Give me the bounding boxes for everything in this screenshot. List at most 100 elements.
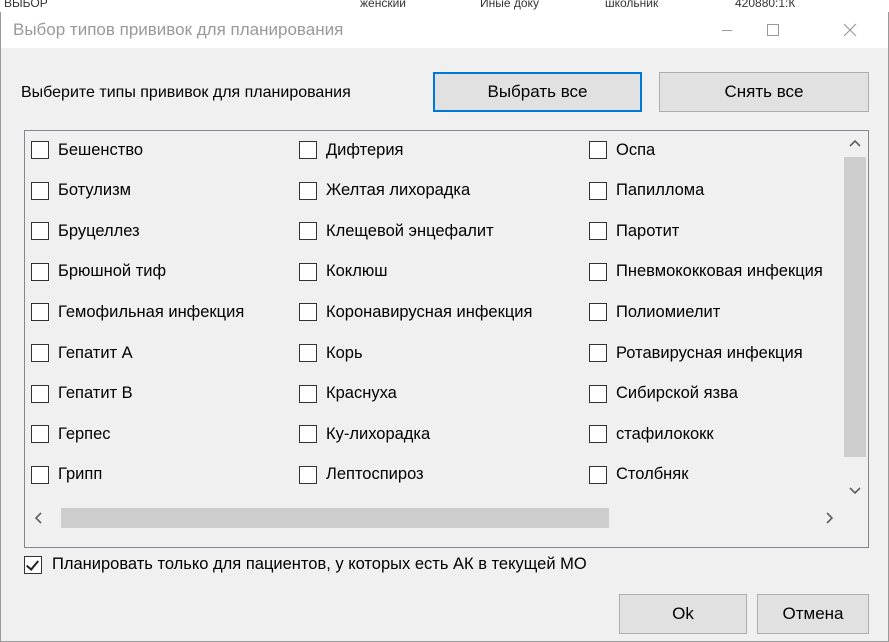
vaccine-checkbox-label: Брюшной тиф bbox=[58, 262, 167, 281]
checkbox-box[interactable] bbox=[299, 303, 317, 322]
checkbox-box[interactable] bbox=[299, 141, 317, 159]
vaccine-checkbox-label: Дифтерия bbox=[326, 140, 404, 159]
scroll-left-button[interactable] bbox=[25, 506, 51, 530]
vaccine-checkbox-label: Бруцеллез bbox=[58, 221, 140, 240]
checkbox-box[interactable] bbox=[589, 262, 607, 281]
vertical-scrollbar[interactable] bbox=[842, 131, 868, 505]
vaccine-checkbox[interactable]: Коронавирусная инфекция bbox=[299, 301, 532, 323]
close-button[interactable] bbox=[827, 12, 873, 48]
vaccine-checkbox-label: Ротавирусная инфекция bbox=[616, 343, 803, 362]
vaccine-checkbox[interactable]: Коклюш bbox=[299, 261, 387, 283]
close-icon bbox=[843, 23, 857, 37]
vaccine-checkbox[interactable]: Столбняк bbox=[589, 464, 688, 486]
scroll-down-button[interactable] bbox=[842, 479, 868, 503]
background-window-strip: ВЫБОР женский Иные доку школьник 420880:… bbox=[0, 0, 889, 12]
vaccine-checkbox-label: Ботулизм bbox=[58, 181, 132, 200]
checkbox-box[interactable] bbox=[589, 181, 607, 200]
checkbox-box[interactable] bbox=[589, 425, 607, 444]
checkbox-box[interactable] bbox=[31, 222, 49, 241]
vaccine-checkbox[interactable]: Желтая лихорадка bbox=[299, 180, 470, 202]
vaccine-checkbox[interactable]: стафилококк bbox=[589, 423, 714, 445]
vaccine-checkbox-label: Полиомиелит bbox=[616, 302, 721, 321]
vaccine-checkbox[interactable]: Полиомиелит bbox=[589, 301, 720, 323]
vaccine-checkbox[interactable]: Брюшной тиф bbox=[31, 261, 166, 283]
checkbox-box[interactable] bbox=[31, 465, 49, 484]
checkbox-box[interactable] bbox=[589, 303, 607, 322]
vaccine-checkbox[interactable]: Бруцеллез bbox=[31, 220, 140, 242]
vaccine-checkbox-label: Ку-лихорадка bbox=[326, 424, 431, 443]
vaccine-checkbox[interactable]: Корь bbox=[299, 342, 363, 364]
maximize-button[interactable] bbox=[750, 12, 796, 48]
bg-fragment: ВЫБОР bbox=[4, 0, 48, 10]
vaccine-checkbox-label: стафилококк bbox=[616, 424, 714, 443]
vaccination-types-dialog: Выбор типов прививок для планирования Вы… bbox=[0, 12, 889, 642]
checkbox-box[interactable] bbox=[589, 222, 607, 241]
vaccine-checkbox[interactable]: Дифтерия bbox=[299, 139, 403, 161]
checkbox-box[interactable] bbox=[24, 555, 42, 574]
vaccine-checkbox[interactable]: Паротит bbox=[589, 220, 679, 242]
vaccine-checkbox-label: Лептоспироз bbox=[326, 465, 424, 484]
chevron-right-icon bbox=[826, 512, 834, 524]
checkbox-box[interactable] bbox=[299, 384, 317, 403]
vaccine-checkbox-label: Сибирской язва bbox=[616, 384, 738, 403]
vaccine-checkbox[interactable]: Краснуха bbox=[299, 383, 397, 405]
select-all-button[interactable]: Выбрать все bbox=[433, 72, 642, 112]
vaccine-checkbox-label: Коронавирусная инфекция bbox=[326, 302, 533, 321]
vaccine-checkbox-label: Пневмококковая инфекция bbox=[616, 262, 823, 281]
title-bar[interactable]: Выбор типов прививок для планирования bbox=[1, 12, 888, 48]
vaccine-checkbox-label: Гепатит В bbox=[58, 384, 133, 403]
vaccine-checkbox-label: Гепатит А bbox=[58, 343, 133, 362]
checkbox-box[interactable] bbox=[299, 262, 317, 281]
vaccine-checkbox[interactable]: Ку-лихорадка bbox=[299, 423, 430, 445]
vaccine-checkbox[interactable]: Грипп bbox=[31, 464, 102, 486]
checkbox-box[interactable] bbox=[31, 141, 49, 159]
scroll-up-button[interactable] bbox=[842, 131, 868, 155]
vaccine-checkbox[interactable]: Гепатит А bbox=[31, 342, 133, 364]
checkbox-box[interactable] bbox=[31, 344, 49, 362]
vertical-scroll-thumb[interactable] bbox=[844, 157, 866, 457]
checkbox-box[interactable] bbox=[299, 181, 317, 200]
vaccine-checkbox-label: Желтая лихорадка bbox=[326, 181, 471, 200]
vaccine-checkbox-label: Папиллома bbox=[616, 181, 705, 200]
checkbox-box[interactable] bbox=[31, 303, 49, 322]
vaccine-types-list: Бешенство Ботулизм Бруцеллез Брюшной тиф Гем… bbox=[24, 130, 869, 548]
checkbox-box[interactable] bbox=[299, 465, 317, 484]
vaccine-checkbox[interactable]: Гепатит В bbox=[31, 383, 133, 405]
ok-button[interactable]: Ok bbox=[619, 594, 747, 634]
vaccine-checkbox[interactable]: Папиллома bbox=[589, 180, 704, 202]
checkbox-box[interactable] bbox=[589, 141, 607, 159]
checkbox-box[interactable] bbox=[31, 181, 49, 200]
vaccine-checkbox[interactable]: Ботулизм bbox=[31, 180, 131, 202]
vaccine-checkbox[interactable]: Лептоспироз bbox=[299, 464, 424, 486]
checkbox-box[interactable] bbox=[299, 222, 317, 241]
vaccine-checkbox[interactable]: Оспа bbox=[589, 139, 655, 161]
vaccine-checkbox[interactable]: Пневмококковая инфекция bbox=[589, 261, 823, 283]
only-with-ak-label: Планировать только для пациентов, у кото… bbox=[52, 555, 587, 573]
vaccine-checkbox[interactable]: Ротавирусная инфекция bbox=[589, 342, 803, 364]
bg-fragment: школьник bbox=[605, 0, 659, 10]
scroll-right-button[interactable] bbox=[817, 506, 843, 530]
vaccine-checkbox-label: Паротит bbox=[616, 221, 680, 240]
vaccine-checkbox-label: Корь bbox=[326, 343, 363, 362]
checkbox-box[interactable] bbox=[31, 384, 49, 403]
deselect-all-button[interactable]: Снять все bbox=[659, 72, 869, 112]
checkbox-box[interactable] bbox=[589, 465, 607, 484]
vaccine-checkbox[interactable]: Бешенство bbox=[31, 139, 143, 161]
checkbox-box[interactable] bbox=[299, 344, 317, 362]
horizontal-scroll-thumb[interactable] bbox=[61, 508, 609, 528]
checkbox-box[interactable] bbox=[31, 425, 49, 444]
minimize-button[interactable] bbox=[704, 12, 750, 48]
vaccine-checkbox[interactable]: Гемофильная инфекция bbox=[31, 301, 244, 323]
checkbox-box[interactable] bbox=[589, 384, 607, 403]
cancel-button[interactable]: Отмена bbox=[757, 594, 869, 634]
checkbox-box[interactable] bbox=[299, 425, 317, 444]
horizontal-scrollbar[interactable] bbox=[25, 505, 843, 531]
only-with-ak-checkbox[interactable]: Планировать только для пациентов, у кото… bbox=[24, 555, 587, 574]
checkbox-box[interactable] bbox=[31, 262, 49, 281]
vaccine-checkbox[interactable]: Клещевой энцефалит bbox=[299, 220, 494, 242]
vaccine-checkbox[interactable]: Сибирской язва bbox=[589, 383, 738, 405]
checkbox-box[interactable] bbox=[589, 344, 607, 362]
vaccine-checkbox[interactable]: Герпес bbox=[31, 423, 111, 445]
chevron-left-icon bbox=[34, 512, 42, 524]
dialog-title: Выбор типов прививок для планирования bbox=[13, 20, 344, 39]
